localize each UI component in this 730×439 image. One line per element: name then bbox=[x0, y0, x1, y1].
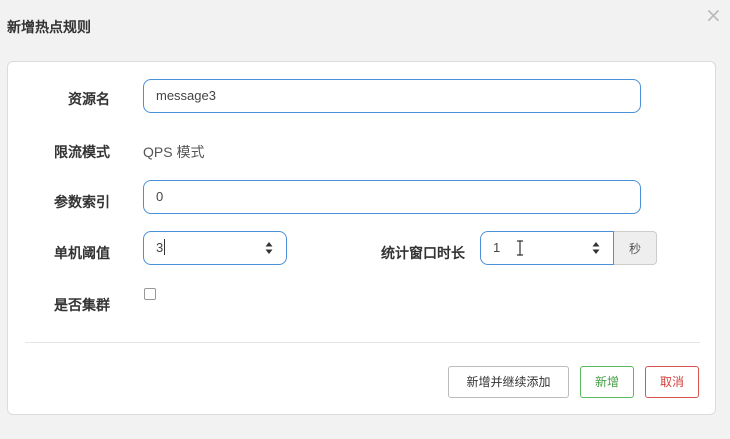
add-button[interactable]: 新增 bbox=[580, 366, 634, 398]
limit-mode-value: QPS 模式 bbox=[143, 144, 205, 160]
dialog-title: 新增热点规则 bbox=[7, 20, 91, 36]
param-index-input[interactable]: 0 bbox=[143, 180, 641, 214]
param-index-label: 参数索引 bbox=[54, 195, 110, 211]
resource-name-label: 资源名 bbox=[68, 92, 110, 108]
limit-mode-label: 限流模式 bbox=[54, 145, 110, 161]
window-duration-unit: 秒 bbox=[614, 231, 657, 265]
resource-name-input[interactable]: message3 bbox=[143, 79, 641, 113]
cancel-button[interactable]: 取消 bbox=[645, 366, 699, 398]
text-caret bbox=[164, 239, 166, 255]
window-duration-spinner-icon[interactable] bbox=[592, 241, 600, 255]
window-duration-value: 1 bbox=[493, 240, 501, 255]
rule-form-panel: 资源名 message3 限流模式 QPS 模式 参数索引 0 单机阈值 3 统… bbox=[7, 61, 716, 415]
cluster-checkbox[interactable] bbox=[144, 288, 156, 300]
text-cursor-icon bbox=[516, 236, 524, 268]
cluster-label: 是否集群 bbox=[54, 298, 110, 314]
add-and-continue-button[interactable]: 新增并继续添加 bbox=[448, 366, 569, 398]
form-divider bbox=[25, 342, 700, 343]
close-icon[interactable]: × bbox=[705, 5, 722, 25]
threshold-value: 3 bbox=[156, 240, 164, 255]
window-duration-label: 统计窗口时长 bbox=[381, 246, 465, 262]
window-duration-input[interactable]: 1 bbox=[480, 231, 614, 265]
threshold-spinner-icon[interactable] bbox=[265, 241, 273, 255]
threshold-input[interactable]: 3 bbox=[143, 231, 287, 265]
threshold-label: 单机阈值 bbox=[54, 246, 110, 262]
